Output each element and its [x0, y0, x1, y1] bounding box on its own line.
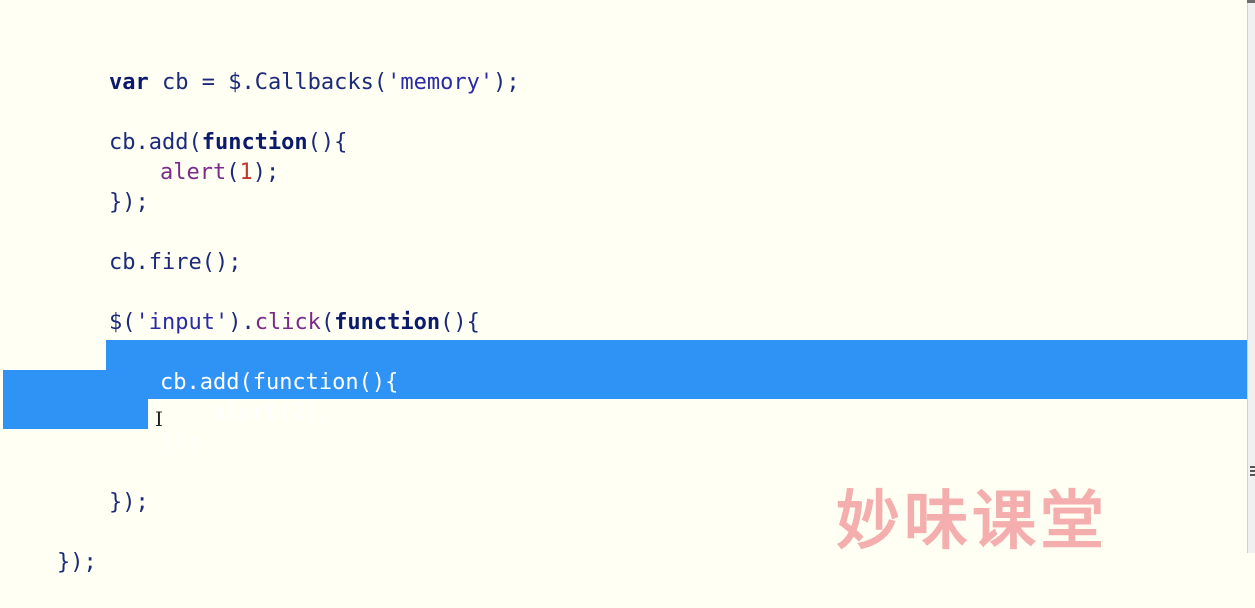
function-name: alert	[159, 160, 227, 185]
code-text: });	[108, 490, 149, 515]
code-text: });	[108, 190, 149, 215]
code-text: );	[493, 70, 520, 95]
code-line-7-selected: cb.add(function(){	[107, 338, 398, 395]
text-cursor-icon: I	[155, 407, 163, 431]
watermark-logo: 妙味课堂	[836, 485, 1108, 559]
code-line-3: alert(1);	[107, 128, 279, 185]
code-text: alert(2);	[211, 400, 332, 425]
keyword: function	[334, 310, 441, 335]
scrollbar-grip-icon[interactable]	[1250, 474, 1255, 476]
string-literal: 'memory'	[387, 70, 494, 95]
code-text: cb = $.Callbacks(	[148, 70, 388, 95]
string-literal: 'input'	[135, 310, 229, 335]
code-text: (){	[440, 310, 480, 335]
code-text: (	[320, 310, 335, 335]
code-line-5: cb.fire();	[56, 218, 241, 275]
keyword: var	[108, 70, 149, 95]
code-line-6: $('input').click(function(){	[56, 278, 480, 335]
code-line-4: });	[56, 158, 149, 215]
code-line-1: var cb = $.Callbacks('memory');	[56, 38, 520, 95]
code-line-8-selected: alert(2);	[159, 368, 331, 425]
code-text: (){	[307, 130, 348, 155]
code-text: cb.fire();	[108, 250, 242, 275]
code-line-2: cb.add(function(){	[56, 98, 347, 155]
code-text: ).	[228, 310, 255, 335]
code-line-9-selected: });	[107, 398, 200, 455]
code-line-10: });	[56, 458, 149, 515]
code-editor[interactable]: var cb = $.Callbacks('memory'); cb.add(f…	[0, 0, 1247, 575]
code-line-11: });	[4, 518, 97, 575]
code-text: (	[226, 160, 240, 185]
function-name: click	[254, 310, 321, 335]
scrollbar-grip-icon[interactable]	[1250, 466, 1255, 468]
code-text: });	[159, 430, 200, 455]
scrollbar-grip-icon[interactable]	[1250, 470, 1255, 472]
code-text: );	[252, 160, 280, 185]
number-literal: 1	[239, 160, 253, 185]
code-text: });	[56, 550, 97, 575]
code-text: $(	[108, 310, 136, 335]
